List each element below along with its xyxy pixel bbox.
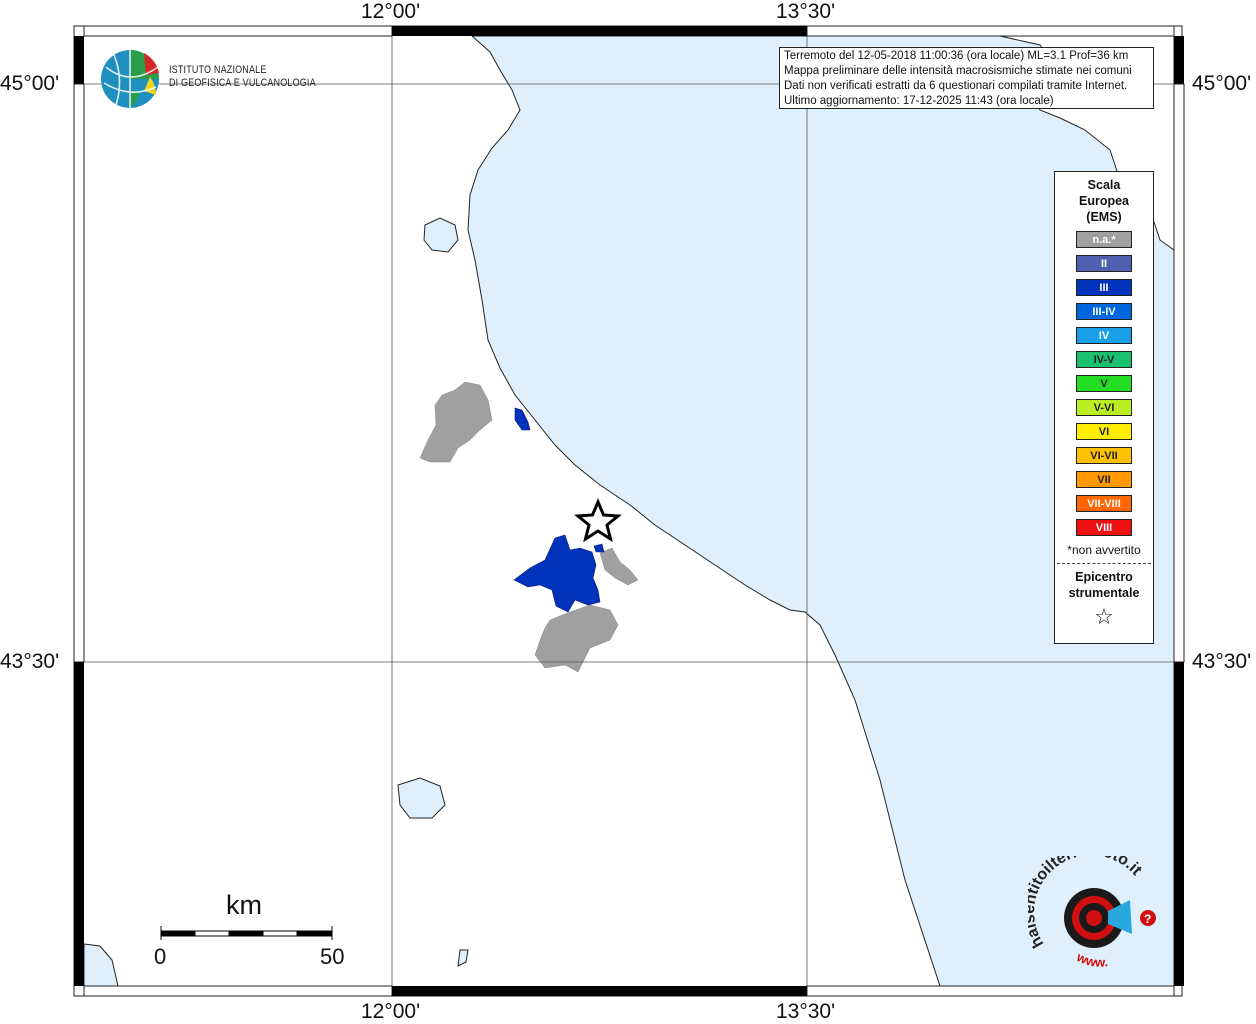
top-lon-label-2: 13°30' <box>776 0 836 23</box>
legend-title-line: Europea <box>1078 194 1129 208</box>
left-lat-label-1: 45°00' <box>0 72 60 95</box>
earthquake-info-box: Terremoto del 12-05-2018 11:00:36 (ora l… <box>779 47 1154 109</box>
legend-epicenter-label: Epicentro strumentale <box>1055 569 1153 601</box>
legend-swatch: VIII <box>1076 519 1132 536</box>
legend-swatch: n.a.* <box>1076 231 1132 248</box>
legend-swatch: VII <box>1076 471 1132 488</box>
right-lat-label-2: 43°30' <box>1192 650 1252 673</box>
ingv-logo-line: ISTITUTO NAZIONALE <box>169 64 267 76</box>
scale-unit-label: km <box>226 890 262 920</box>
bottom-lon-label-1: 12°00' <box>361 1000 421 1023</box>
top-lon-label-1: 12°00' <box>361 0 421 23</box>
legend-swatch: VII-VIII <box>1076 495 1132 512</box>
legend-swatch: II <box>1076 255 1132 272</box>
right-lat-label-1: 45°00' <box>1192 72 1252 95</box>
legend-separator <box>1057 563 1151 564</box>
legend-swatch: VI <box>1076 423 1132 440</box>
legend-title-line: Scala <box>1087 178 1121 192</box>
svg-text:?: ? <box>1144 912 1151 926</box>
ems-legend: Scala Europea (EMS) n.a.* II III III-IV IV IV… <box>1054 171 1154 644</box>
legend-title-line: (EMS) <box>1086 210 1122 224</box>
info-line-1: Terremoto del 12-05-2018 11:00:36 (ora l… <box>784 50 1129 62</box>
scale-start-label: 0 <box>154 944 167 969</box>
legend-swatch: V-VI <box>1076 399 1132 416</box>
legend-swatches: n.a.* II III III-IV IV IV-V V V-VI VI VI-VII VII VI… <box>1055 231 1153 536</box>
left-lat-label-2: 43°30' <box>0 650 60 673</box>
legend-swatch: IV-V <box>1076 351 1132 368</box>
globe-logo-icon <box>101 50 159 108</box>
legend-swatch: IV <box>1076 327 1132 344</box>
legend-swatch: III <box>1076 279 1132 296</box>
hst-logo-www: www. <box>1074 949 1109 970</box>
legend-title: Scala Europea (EMS) <box>1055 177 1153 225</box>
info-line-3: Dati non verificati estratti da 6 questi… <box>784 80 1128 92</box>
legend-swatch: V <box>1076 375 1132 392</box>
scale-end-label: 50 <box>320 944 345 969</box>
svg-text:www.: www. <box>1074 949 1109 970</box>
legend-note: *non avvertito <box>1067 543 1141 557</box>
ingv-logo-line: DI GEOFISICA E VULCANOLOGIA <box>169 77 316 89</box>
legend-epicenter-line: Epicentro <box>1075 570 1133 584</box>
info-line-2: Mappa preliminare delle intensità macros… <box>784 65 1132 77</box>
legend-star-icon: ☆ <box>1094 604 1114 629</box>
bottom-lon-label-2: 13°30' <box>776 1000 836 1023</box>
ingv-logo-text: ISTITUTO NAZIONALE DI GEOFISICA E VULCAN… <box>169 64 316 90</box>
target-logo-icon: haisentitoilterremoto.it www. ? <box>1028 856 1156 970</box>
legend-swatch: VI-VII <box>1076 447 1132 464</box>
legend-swatch: III-IV <box>1076 303 1132 320</box>
info-line-4: Ultimo aggiornamento: 17-12-2025 11:43 (… <box>784 95 1054 107</box>
legend-epicenter-line: strumentale <box>1068 586 1140 600</box>
